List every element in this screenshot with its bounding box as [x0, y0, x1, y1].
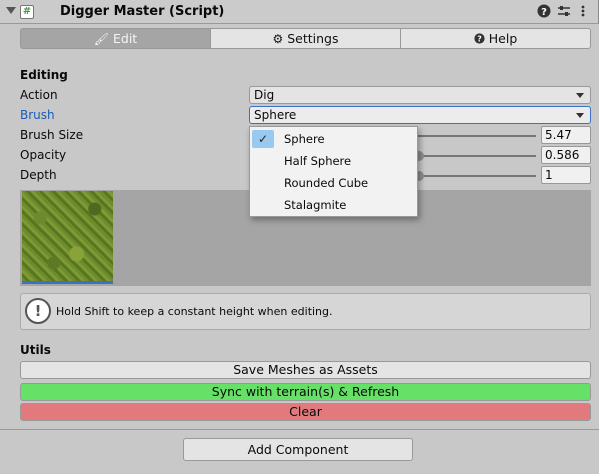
opacity-field[interactable]: 0.586	[541, 146, 591, 164]
texture-selection-indicator	[22, 281, 113, 284]
popup-item-label: Sphere	[284, 132, 325, 146]
preset-icon[interactable]	[556, 4, 572, 20]
component-title: Digger Master (Script)	[60, 4, 225, 19]
popup-item-stalagmite[interactable]: Stalagmite	[250, 194, 417, 216]
brush-label: Brush	[20, 108, 55, 122]
tab-edit[interactable]: 🖌 Edit	[20, 28, 211, 49]
action-value: Dig	[254, 88, 275, 102]
popup-item-label: Stalagmite	[284, 198, 347, 212]
tab-bar: 🖌 Edit ⚙ Settings ? Help	[20, 28, 591, 49]
sync-refresh-button[interactable]: Sync with terrain(s) & Refresh	[20, 383, 591, 401]
help-icon[interactable]: ?	[536, 4, 552, 20]
script-icon: #	[20, 5, 34, 19]
save-meshes-button[interactable]: Save Meshes as Assets	[20, 361, 591, 379]
grass-texture-thumbnail[interactable]	[22, 191, 113, 281]
utils-section-label: Utils	[20, 343, 51, 357]
help-box-text: Hold Shift to keep a constant height whe…	[56, 305, 333, 318]
chevron-down-icon	[576, 113, 584, 118]
tab-help-label: Help	[488, 31, 518, 46]
add-component-button[interactable]: Add Component	[183, 438, 413, 461]
help-icon: ?	[474, 32, 485, 46]
divider	[0, 429, 599, 430]
menu-icon[interactable]	[575, 4, 591, 20]
brush-popup-menu: ✓ Sphere Half Sphere Rounded Cube Stalag…	[249, 126, 418, 217]
brush-dropdown[interactable]: Sphere	[249, 106, 591, 124]
popup-item-label: Rounded Cube	[284, 176, 369, 190]
warning-icon: !	[25, 298, 51, 324]
opacity-label: Opacity	[20, 148, 67, 162]
clear-button[interactable]: Clear	[20, 403, 591, 421]
popup-item-label: Half Sphere	[284, 154, 352, 168]
tab-settings[interactable]: ⚙ Settings	[210, 28, 401, 49]
action-label: Action	[20, 88, 58, 102]
popup-item-sphere[interactable]: ✓ Sphere	[250, 128, 417, 150]
svg-text:?: ?	[541, 7, 547, 18]
checkmark-icon: ✓	[252, 130, 274, 148]
brush-size-label: Brush Size	[20, 128, 84, 142]
popup-item-half-sphere[interactable]: Half Sphere	[250, 150, 417, 172]
popup-item-rounded-cube[interactable]: Rounded Cube	[250, 172, 417, 194]
brush-icon: 🖌	[93, 31, 109, 46]
foldout-arrow-icon[interactable]	[6, 7, 16, 14]
depth-field[interactable]: 1	[541, 166, 591, 184]
brush-value: Sphere	[254, 108, 297, 122]
action-dropdown[interactable]: Dig	[249, 86, 591, 104]
chevron-down-icon	[576, 93, 584, 98]
editing-section-label: Editing	[20, 68, 68, 82]
tab-help[interactable]: ? Help	[400, 28, 591, 49]
brush-size-field[interactable]: 5.47	[541, 126, 591, 144]
svg-text:?: ?	[477, 34, 482, 43]
depth-label: Depth	[20, 168, 57, 182]
tab-settings-label: Settings	[287, 31, 339, 46]
tab-edit-label: Edit	[113, 31, 138, 46]
gear-icon: ⚙	[272, 31, 284, 46]
brush-size-slider[interactable]	[400, 135, 536, 137]
